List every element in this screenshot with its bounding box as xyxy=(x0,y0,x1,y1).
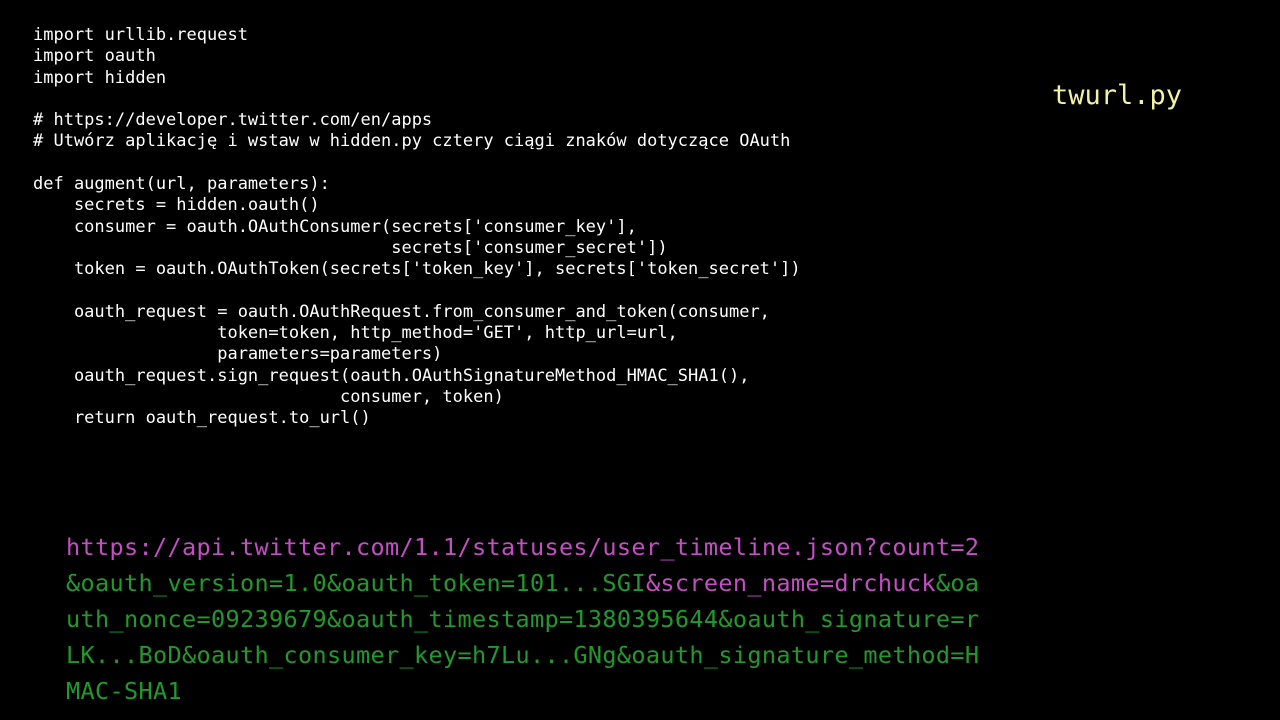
code-block: import urllib.request import oauth import … xyxy=(33,25,801,430)
url-output-line: https://api.twitter.com/1.1/statuses/use… xyxy=(66,529,979,565)
code-line: secrets['consumer_secret']) xyxy=(33,237,668,258)
url-output-line: uth_nonce=09239679&oauth_timestamp=13803… xyxy=(66,601,979,637)
slide-canvas: twurl.py import urllib.request import oau… xyxy=(0,0,1280,720)
code-line: # https://developer.twitter.com/en/apps xyxy=(33,110,433,131)
code-line: oauth_request.sign_request(oauth.OAuthSi… xyxy=(33,365,750,386)
code-line: secrets = hidden.oauth() xyxy=(33,195,320,216)
code-line: # Utwórz aplikację i wstaw w hidden.py c… xyxy=(33,131,791,152)
code-line: oauth_request = oauth.OAuthRequest.from_… xyxy=(33,301,770,322)
code-line: import hidden xyxy=(33,67,167,88)
url-segment-green: MAC-SHA1 xyxy=(66,677,182,705)
code-line: consumer = oauth.OAuthConsumer(secrets['… xyxy=(33,216,637,237)
code-line: token=token, http_method='GET', http_url… xyxy=(33,323,678,344)
url-segment-green: uth_nonce=09239679&oauth_timestamp=13803… xyxy=(66,605,980,633)
url-output-block: https://api.twitter.com/1.1/statuses/use… xyxy=(66,529,979,709)
code-line: def augment(url, parameters): xyxy=(33,174,330,195)
url-output-line: &oauth_version=1.0&oauth_token=101...SGI… xyxy=(66,565,979,601)
url-segment-green: LK...BoD&oauth_consumer_key=h7Lu...GNg&o… xyxy=(66,641,980,669)
code-line: return oauth_request.to_url() xyxy=(33,408,371,429)
code-line: consumer, token) xyxy=(33,387,504,408)
code-line: import urllib.request xyxy=(33,25,248,45)
code-line: token = oauth.OAuthToken(secrets['token_… xyxy=(33,259,801,280)
url-output-line: LK...BoD&oauth_consumer_key=h7Lu...GNg&o… xyxy=(66,637,979,673)
url-segment-magenta: https://api.twitter.com/1.1/statuses/use… xyxy=(66,533,980,561)
url-segment-green: &oauth_version=1.0&oauth_token=101...SGI xyxy=(66,569,646,597)
page-title: twurl.py xyxy=(1052,80,1183,111)
code-line: import oauth xyxy=(33,46,156,67)
url-segment-magenta: &screen_name=drchuck xyxy=(645,569,936,597)
url-segment-green: &oa xyxy=(935,569,980,597)
url-output-line: MAC-SHA1 xyxy=(66,673,979,709)
code-line: parameters=parameters) xyxy=(33,344,443,365)
